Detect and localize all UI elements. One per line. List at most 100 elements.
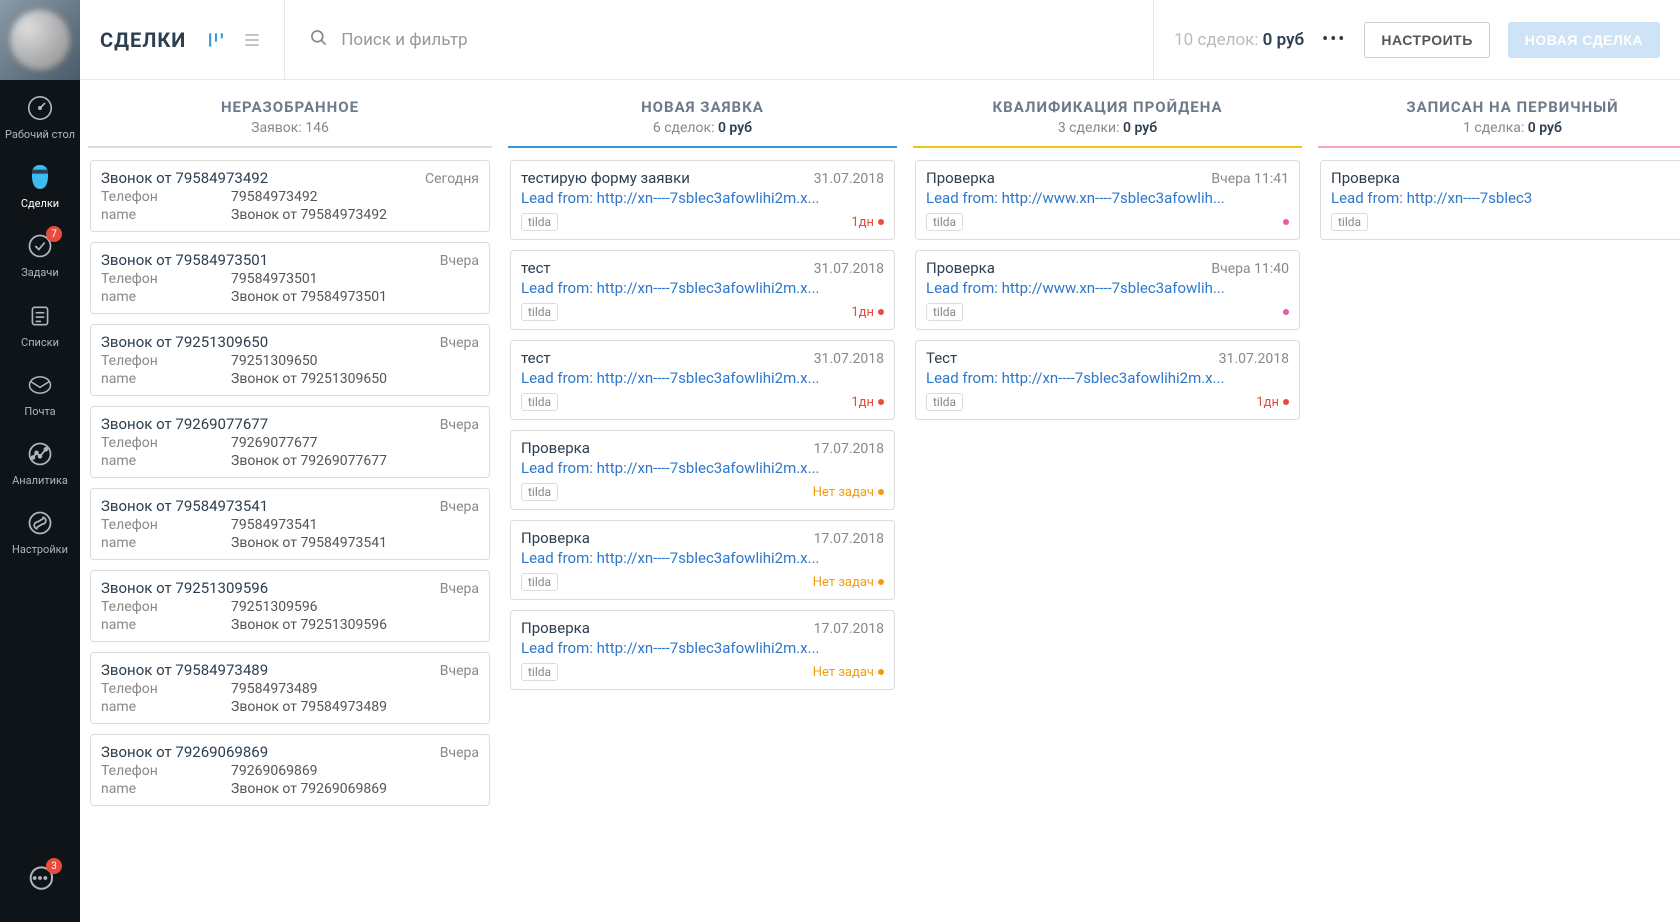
column-cards: ПроверкаLead from: http://xn----7sblec3t… [1318,148,1680,922]
column-cards: тестирую форму заявки31.07.2018Lead from… [508,148,897,922]
pipeline-column: КВАЛИФИКАЦИЯ ПРОЙДЕНА3 сделки: 0 руб Пров… [905,80,1310,922]
sidebar-item-label: Настройки [12,543,68,556]
lead-name: Звонок от 79251309650 [231,371,387,387]
chat-badge: 3 [46,858,62,874]
sidebar-item-6[interactable]: Настройки [0,495,80,564]
column-title: НОВАЯ ЗАЯВКА [508,98,897,116]
lead-card[interactable]: Звонок от 79584973492СегодняТелефон79584… [90,160,490,232]
deal-date: 17.07.2018 [814,531,884,547]
pipeline-column: НОВАЯ ЗАЯВКА6 сделок: 0 рубтестирую форм… [500,80,905,922]
sidebar-item-4[interactable]: Почта [0,357,80,426]
lead-phone: 79584973541 [231,517,318,533]
mail-icon [24,369,56,401]
sidebar-item-2[interactable]: Задачи 7 [0,218,80,287]
lead-card[interactable]: Звонок от 79269069869ВчераТелефон7926906… [90,734,490,806]
card-status: 1дн [1256,395,1289,410]
card-status: 1дн [851,215,884,230]
sidebar-item-0[interactable]: Рабочий стол [0,80,80,149]
sidebar-item-label: Сделки [21,197,59,210]
deal-card[interactable]: Проверка17.07.2018Lead from: http://xn--… [510,610,895,690]
sidebar-badge: 7 [46,226,62,242]
deal-link: Lead from: http://xn----7sblec3afowlihi2… [521,189,884,207]
deal-date: 17.07.2018 [814,621,884,637]
deal-card[interactable]: ПроверкаВчера 11:40Lead from: http://www… [915,250,1300,330]
lead-title: Звонок от 79584973489 [101,661,268,679]
column-title: ЗАПИСАН НА ПЕРВИЧНЫЙ [1318,98,1680,116]
settings-icon [24,507,56,539]
deal-card[interactable]: ПроверкаВчера 11:41Lead from: http://www… [915,160,1300,240]
more-menu-icon[interactable]: ••• [1322,29,1346,50]
lead-card[interactable]: Звонок от 79584973541ВчераТелефон7958497… [90,488,490,560]
card-status: 1дн [851,305,884,320]
lead-name: Звонок от 79584973501 [231,289,387,305]
sidebar-item-label: Задачи [21,266,58,279]
deal-card[interactable]: тестирую форму заявки31.07.2018Lead from… [510,160,895,240]
pipeline-column: НЕРАЗОБРАННОЕЗаявок: 146 Звонок от 795849… [80,80,500,922]
deal-card[interactable]: Тест31.07.2018Lead from: http://xn----7s… [915,340,1300,420]
deal-title: тест [521,259,551,277]
chat-button[interactable]: 3 [0,850,80,902]
new-deal-button[interactable]: НОВАЯ СДЕЛКА [1508,22,1660,58]
deal-tag: tilda [926,213,963,231]
deal-card[interactable]: Проверка17.07.2018Lead from: http://xn--… [510,430,895,510]
column-cards: Звонок от 79584973492СегодняТелефон79584… [88,148,492,922]
deals-summary: 10 сделок: 0 руб [1174,30,1304,50]
deal-title: Проверка [521,529,590,547]
avatar[interactable] [0,0,80,80]
sidebar-item-5[interactable]: Аналитика [0,426,80,495]
sidebar-item-3[interactable]: Списки [0,288,80,357]
deal-link: Lead from: http://xn----7sblec3afowlihi2… [521,279,884,297]
deal-title: Проверка [926,259,995,277]
column-header: НЕРАЗОБРАННОЕЗаявок: 146 [88,80,492,148]
lead-card[interactable]: Звонок от 79269077677ВчераТелефон7926907… [90,406,490,478]
search-placeholder: Поиск и фильтр [341,30,467,50]
deal-tag: tilda [521,393,558,411]
deal-tag: tilda [521,663,558,681]
column-title: НЕРАЗОБРАННОЕ [88,98,492,116]
deal-card[interactable]: Проверка17.07.2018Lead from: http://xn--… [510,520,895,600]
dashboard-icon [24,92,56,124]
lead-name: Звонок от 79584973489 [231,699,387,715]
deal-card[interactable]: ПроверкаLead from: http://xn----7sblec3t… [1320,160,1680,240]
lead-card[interactable]: Звонок от 79251309596ВчераТелефон7925130… [90,570,490,642]
pipeline-column: ЗАПИСАН НА ПЕРВИЧНЫЙ1 сделка: 0 рубПрове… [1310,80,1680,922]
deals-icon [24,161,56,193]
lead-title: Звонок от 79269077677 [101,415,268,433]
search-icon [309,28,329,52]
lead-date: Вчера [440,581,479,597]
lead-card[interactable]: Звонок от 79584973501ВчераТелефон7958497… [90,242,490,314]
card-status: Нет задач [813,485,884,500]
deal-link: Lead from: http://xn----7sblec3afowlihi2… [521,459,884,477]
deal-card[interactable]: тест31.07.2018Lead from: http://xn----7s… [510,250,895,330]
deal-tag: tilda [521,303,558,321]
column-header: КВАЛИФИКАЦИЯ ПРОЙДЕНА3 сделки: 0 руб [913,80,1302,148]
kanban-view-icon[interactable] [204,28,228,52]
deal-link: Lead from: http://xn----7sblec3afowlihi2… [926,369,1289,387]
lead-title: Звонок от 79269069869 [101,743,268,761]
lead-phone: 79584973492 [231,189,318,205]
settings-button[interactable]: НАСТРОИТЬ [1364,22,1489,58]
search-input[interactable]: Поиск и фильтр [285,0,1154,79]
lead-phone: 79269069869 [231,763,318,779]
deal-card[interactable]: тест31.07.2018Lead from: http://xn----7s… [510,340,895,420]
lead-card[interactable]: Звонок от 79251309650ВчераТелефон7925130… [90,324,490,396]
deal-link: Lead from: http://xn----7sblec3afowlihi2… [521,369,884,387]
sidebar-item-1[interactable]: Сделки [0,149,80,218]
column-cards: Проверка Вчера 11:41 Lead from: http://www… [913,148,1302,922]
deal-link: Lead from: http://www.xn----7sblec3afowl… [926,279,1289,297]
column-title: КВАЛИФИКАЦИЯ ПРОЙДЕНА [913,98,1302,116]
deal-title: тестирую форму заявки [521,169,690,187]
deal-tag: tilda [521,483,558,501]
lead-date: Сегодня [425,171,479,187]
sidebar: Рабочий стол Сделки Задачи 7 СпискиПочтаАнал… [0,0,80,922]
lead-name: Звонок от 79251309596 [231,617,387,633]
deal-link: Lead from: http://xn----7sblec3 [1331,189,1680,207]
lead-date: Вчера [440,417,479,433]
lead-name: Звонок от 79269069869 [231,781,387,797]
page-title: СДЕЛКИ [100,28,186,52]
lead-phone: 79251309650 [231,353,318,369]
deal-date: Вчера 11:41 [1211,171,1289,187]
lead-card[interactable]: Звонок от 79584973489ВчераТелефон7958497… [90,652,490,724]
lead-date: Вчера [440,253,479,269]
list-view-icon[interactable] [240,28,264,52]
